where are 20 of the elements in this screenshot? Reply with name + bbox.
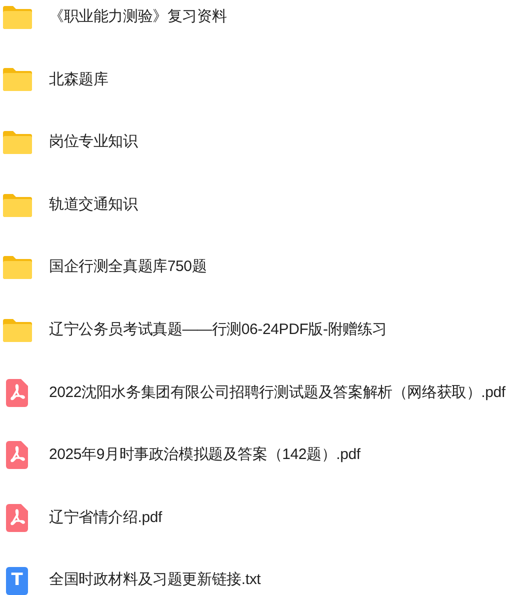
folder-icon — [2, 4, 33, 30]
file-name[interactable]: 全国时政材料及习题更新链接.txt — [49, 569, 261, 592]
folder-icon — [2, 192, 33, 218]
file-name[interactable]: 轨道交通知识 — [49, 194, 138, 216]
file-name[interactable]: 2025年9月时事政治模拟题及答案（142题）.pdf — [49, 444, 360, 467]
file-name[interactable]: 辽宁省情介绍.pdf — [49, 506, 162, 530]
file-name[interactable]: 北森题库 — [49, 68, 108, 92]
folder-icon — [2, 67, 33, 92]
file-name[interactable]: 《职业能力测验》复习资料 — [49, 6, 227, 29]
pdf-file-icon — [6, 504, 28, 532]
file-name[interactable]: 辽宁公务员考试真题——行测06-24PDF版-附赠练习 — [49, 319, 387, 342]
file-name[interactable]: 国企行测全真题库750题 — [49, 256, 207, 279]
pdf-file-icon — [6, 378, 28, 407]
folder-icon — [2, 130, 33, 155]
text-file-icon: T — [6, 566, 28, 595]
folder-icon — [2, 255, 33, 280]
file-name[interactable]: 2022沈阳水务集团有限公司招聘行测试题及答案解析（网络获取）.pdf — [49, 382, 506, 404]
pdf-file-icon — [6, 441, 28, 470]
folder-icon — [2, 318, 33, 343]
file-name[interactable]: 岗位专业知识 — [49, 131, 138, 154]
